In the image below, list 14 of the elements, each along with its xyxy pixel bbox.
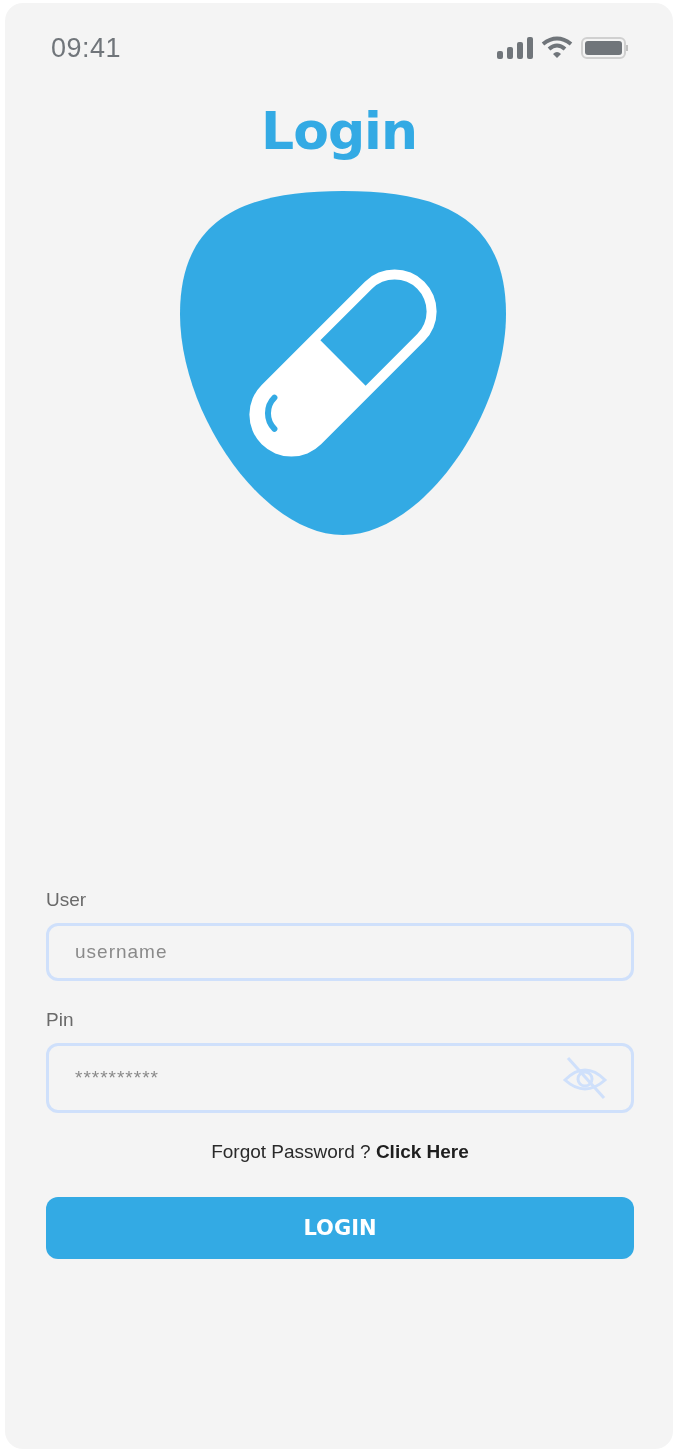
forgot-password-text: Forgot Password ? Click Here: [210, 1141, 470, 1163]
field-label: Pin: [46, 1009, 75, 1031]
wifi-icon: [541, 36, 573, 60]
field-label: User: [46, 889, 88, 911]
signal-icon: [497, 37, 533, 59]
click-here-link[interactable]: Click Here: [375, 1141, 469, 1162]
login-button[interactable]: LOGIN: [46, 1197, 634, 1259]
pin-field[interactable]: **********: [46, 1043, 634, 1113]
eye-off-icon[interactable]: [562, 1056, 608, 1100]
capsule-logo-icon: [178, 189, 508, 537]
username-field[interactable]: username: [46, 923, 634, 981]
page-title: Login: [260, 101, 418, 161]
battery-icon: [581, 37, 629, 59]
status-time: 09:41: [51, 32, 122, 64]
